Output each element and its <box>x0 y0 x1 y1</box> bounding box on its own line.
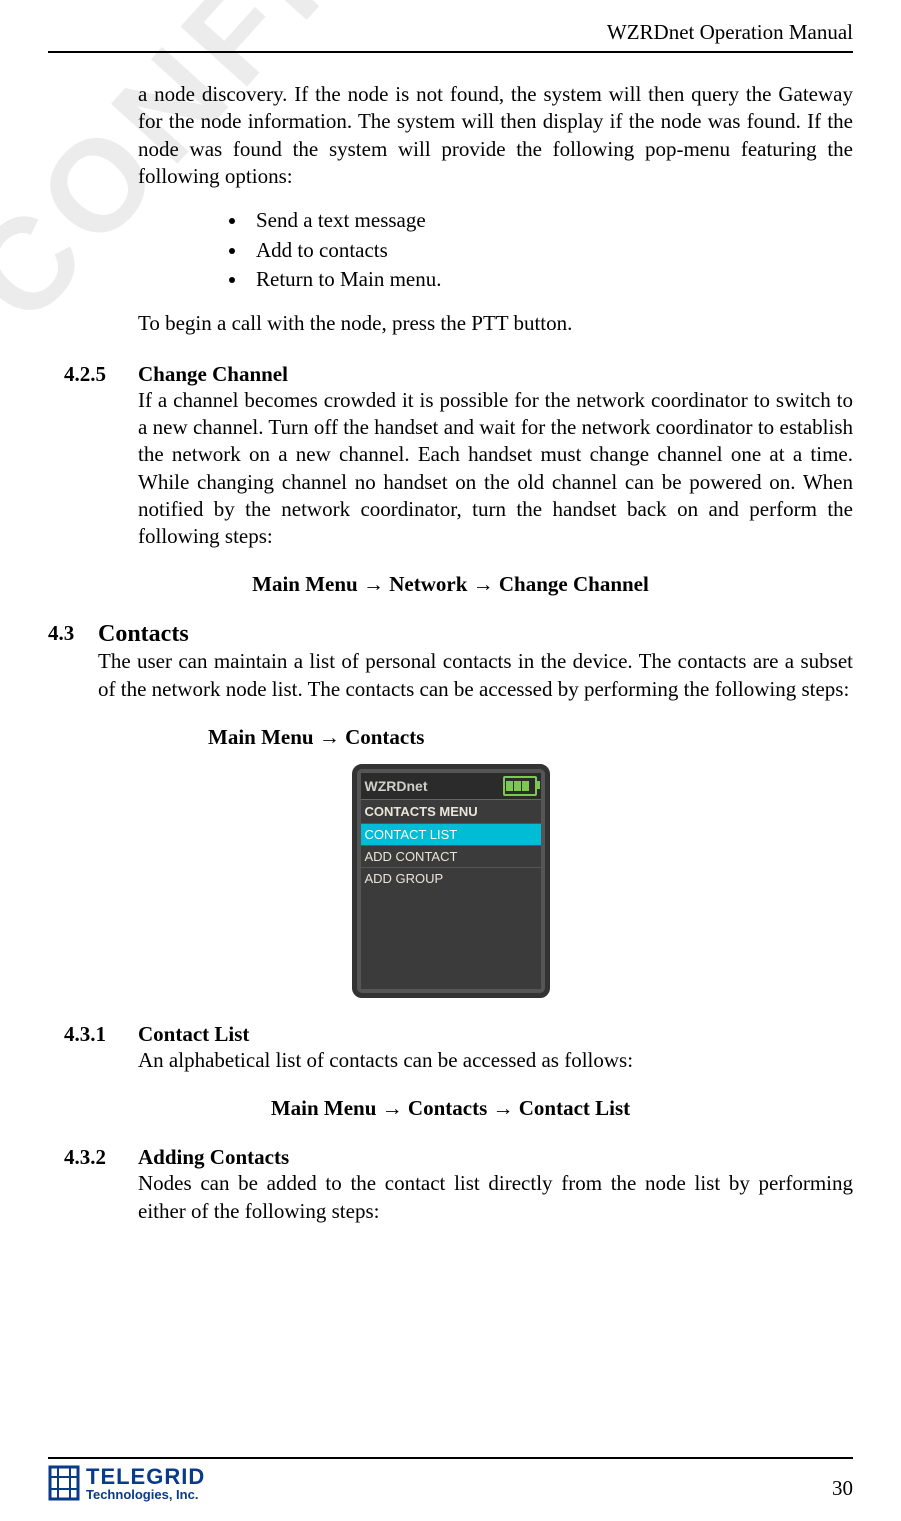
list-item: Return to Main menu. <box>248 265 853 294</box>
device-menu-title: CONTACTS MENU <box>361 799 541 823</box>
telegrid-logo: TELEGRID Technologies, Inc. <box>48 1465 205 1501</box>
logo-icon <box>48 1465 80 1501</box>
section-title-change-channel: Change Channel <box>138 362 288 387</box>
section-body-425: If a channel becomes crowded it is possi… <box>138 387 853 551</box>
intro-paragraph-1: a node discovery. If the node is not fou… <box>138 81 853 190</box>
section-title-contacts: Contacts <box>98 621 189 648</box>
nav-path-contacts: Main Menu → Contacts <box>208 725 853 750</box>
section-number-425: 4.2.5 <box>64 362 138 387</box>
intro-paragraph-2: To begin a call with the node, press the… <box>138 310 853 337</box>
page-footer: TELEGRID Technologies, Inc. 30 <box>48 1457 853 1501</box>
device-menu-item-contact-list: CONTACT LIST <box>361 823 541 845</box>
options-list: Send a text message Add to contacts Retu… <box>208 206 853 294</box>
logo-sub-text: Technologies, Inc. <box>86 1488 205 1501</box>
battery-icon <box>503 776 537 796</box>
section-body-431: An alphabetical list of contacts can be … <box>138 1047 853 1074</box>
logo-main-text: TELEGRID <box>86 1466 205 1488</box>
device-menu-item-add-group: ADD GROUP <box>361 867 541 889</box>
section-number-43: 4.3 <box>48 621 98 648</box>
section-number-431: 4.3.1 <box>64 1022 138 1047</box>
nav-path-contact-list: Main Menu → Contacts → Contact List <box>48 1096 853 1121</box>
section-title-adding-contacts: Adding Contacts <box>138 1145 289 1170</box>
list-item: Add to contacts <box>248 236 853 265</box>
device-screenshot: WZRDnet CONTACTS MENU CONTACT LIST ADD C… <box>48 764 853 998</box>
device-brand-label: WZRDnet <box>365 778 428 794</box>
section-body-43: The user can maintain a list of personal… <box>98 648 853 703</box>
document-header: WZRDnet Operation Manual <box>48 20 853 53</box>
page-number: 30 <box>832 1476 853 1501</box>
list-item: Send a text message <box>248 206 853 235</box>
device-menu-item-add-contact: ADD CONTACT <box>361 845 541 867</box>
section-number-432: 4.3.2 <box>64 1145 138 1170</box>
section-title-contact-list: Contact List <box>138 1022 249 1047</box>
nav-path-change-channel: Main Menu → Network → Change Channel <box>48 572 853 597</box>
section-body-432: Nodes can be added to the contact list d… <box>138 1170 853 1225</box>
